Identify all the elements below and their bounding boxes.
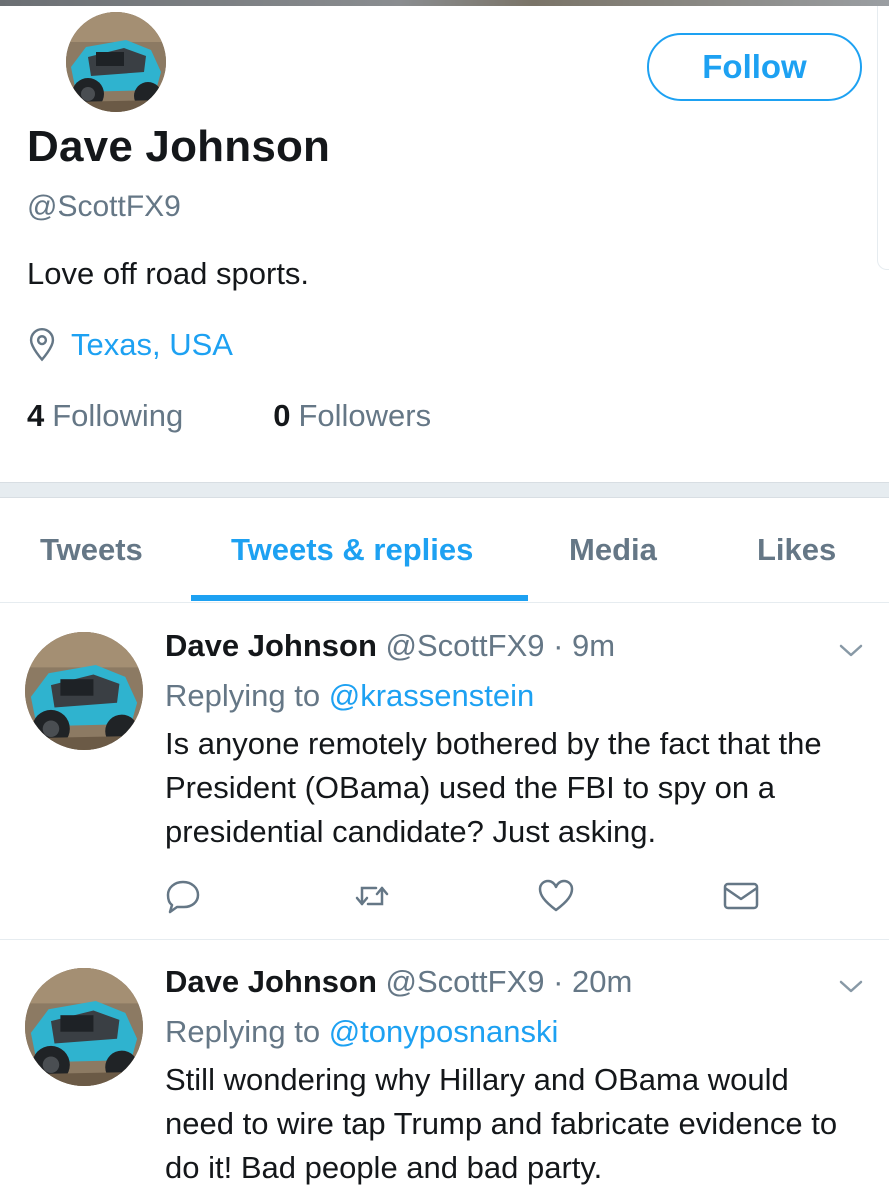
scroll-edge	[877, 6, 889, 270]
reply-mention-link[interactable]: @tonyposnanski	[329, 1014, 559, 1049]
following-count: 4	[27, 398, 45, 433]
tab-likes[interactable]: Likes	[757, 532, 836, 568]
replying-to-label: Replying to	[165, 678, 321, 713]
tweet-text: Is anyone remotely bothered by the fact …	[165, 726, 822, 849]
tweet[interactable]: Dave Johnson @ScottFX9 · 20m Replying to…	[0, 940, 889, 1200]
tweet[interactable]: Dave Johnson @ScottFX9 · 9m Replying to …	[0, 604, 889, 940]
tweet-meta: @ScottFX9 · 20m	[385, 964, 633, 999]
tweet-avatar[interactable]	[25, 632, 143, 750]
tweet-avatar[interactable]	[25, 968, 143, 1086]
followers-count: 0	[273, 398, 291, 433]
following-label: Following	[52, 398, 184, 433]
replying-to-label: Replying to	[165, 1014, 321, 1049]
offroad-vehicle-photo	[25, 968, 143, 1086]
direct-message-icon[interactable]	[721, 876, 761, 916]
tab-media[interactable]: Media	[569, 532, 657, 568]
active-tab-indicator	[191, 595, 528, 601]
reply-mention-link[interactable]: @krassenstein	[329, 678, 535, 713]
profile-bio: Love off road sports.	[27, 256, 310, 291]
chevron-down-icon[interactable]	[838, 978, 864, 996]
tweet-author-name[interactable]: Dave Johnson	[165, 628, 377, 663]
chevron-down-icon[interactable]	[838, 642, 864, 660]
profile-stats: 4 Following 0 Followers	[27, 398, 431, 434]
tweet-text: Still wondering why Hillary and OBama wo…	[165, 1062, 838, 1185]
profile-location: Texas, USA	[27, 327, 233, 363]
tweet-meta: @ScottFX9 · 9m	[385, 628, 616, 663]
location-pin-icon	[29, 328, 55, 362]
tweet-author-name[interactable]: Dave Johnson	[165, 964, 377, 999]
profile-name: Dave Johnson	[27, 122, 331, 171]
offroad-vehicle-photo	[25, 632, 143, 750]
follow-button[interactable]: Follow	[647, 33, 862, 101]
profile-handle: @ScottFX9	[27, 190, 181, 223]
like-icon[interactable]	[536, 876, 576, 916]
followers-stat[interactable]: 0 Followers	[273, 398, 431, 434]
tweet-header: Dave Johnson @ScottFX9 · 20m	[165, 964, 632, 1000]
profile-avatar[interactable]	[64, 10, 168, 114]
following-stat[interactable]: 4 Following	[27, 398, 183, 434]
location-link[interactable]: Texas, USA	[71, 327, 233, 363]
retweet-icon[interactable]	[352, 876, 392, 916]
followers-label: Followers	[298, 398, 432, 433]
section-separator	[0, 482, 889, 498]
reply-icon[interactable]	[163, 876, 203, 916]
offroad-vehicle-photo	[66, 12, 166, 112]
replying-to: Replying to @krassenstein	[165, 678, 534, 714]
tab-tweets[interactable]: Tweets	[40, 532, 143, 568]
profile-tabs: Tweets Tweets & replies Media Likes	[0, 498, 889, 603]
tab-tweets-and-replies[interactable]: Tweets & replies	[231, 532, 473, 568]
tweet-header: Dave Johnson @ScottFX9 · 9m	[165, 628, 615, 664]
replying-to: Replying to @tonyposnanski	[165, 1014, 558, 1050]
header-banner-edge	[0, 0, 889, 6]
